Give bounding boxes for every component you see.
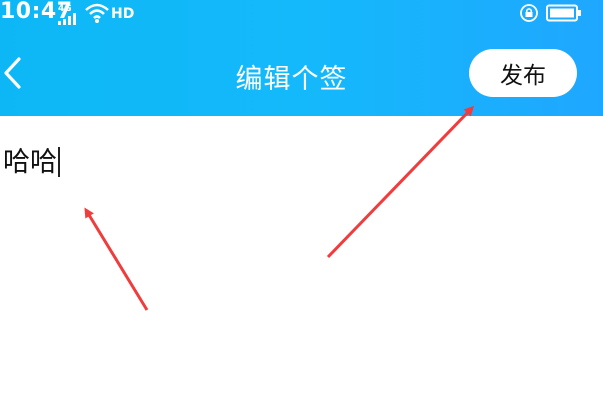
signature-editor[interactable]: 哈哈	[0, 140, 603, 200]
rotation-lock-icon	[520, 4, 538, 22]
signature-input-value: 哈哈	[3, 147, 57, 178]
status-bar: 10:47 4G HD	[0, 0, 603, 26]
nav-bar: 编辑个签 发布	[0, 44, 603, 104]
annotation-arrow-input	[84, 207, 149, 311]
top-header: 10:47 4G HD 编辑个签 发布	[0, 0, 603, 116]
publish-button[interactable]: 发布	[469, 49, 577, 97]
battery-icon	[546, 4, 581, 22]
signature-input[interactable]: 哈哈	[3, 140, 60, 179]
wifi-icon	[85, 3, 109, 23]
text-caret	[58, 147, 60, 177]
hd-label: HD	[111, 6, 135, 22]
signal-icon	[58, 13, 76, 25]
